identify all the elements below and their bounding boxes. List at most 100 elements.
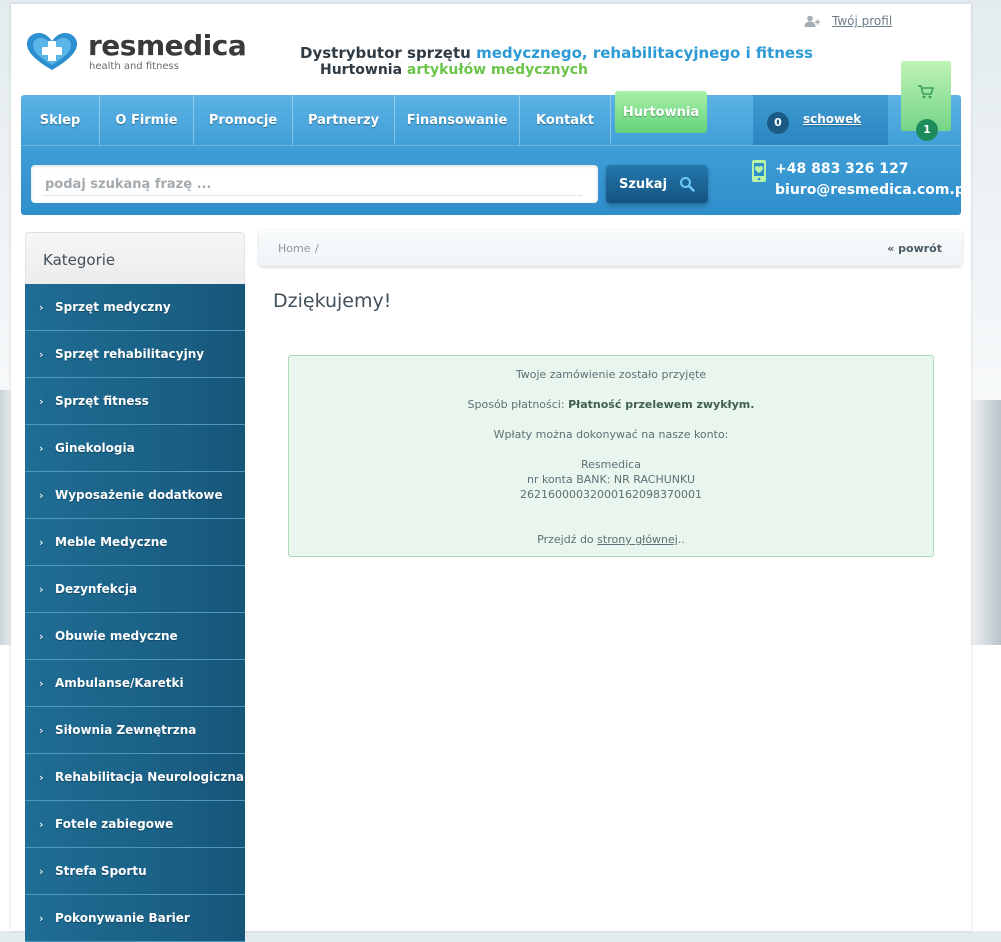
sidebar-title: Kategorie	[43, 251, 116, 269]
nav-divider	[21, 145, 961, 146]
category-item[interactable]: › Strefa Sportu	[25, 848, 245, 895]
category-item[interactable]: › Ambulanse/Karetki	[25, 660, 245, 707]
chevron-right-icon: ›	[39, 300, 44, 314]
contact-phone[interactable]: +48 883 326 127	[775, 161, 909, 177]
category-item[interactable]: › Rehabilitacja Neurologiczna	[25, 754, 245, 801]
category-label: Dezynfekcja	[55, 582, 138, 596]
profile-area: Twój profil	[804, 14, 892, 28]
tagline-distributor: Dystrybutor sprzętu medycznego, rehabili…	[300, 44, 813, 62]
payment-method-value: Płatność przelewem zwykłym.	[568, 398, 755, 411]
category-label: Wyposażenie dodatkowe	[55, 488, 223, 502]
chevron-right-icon: ›	[39, 535, 44, 549]
goto-prefix: Przejdź do	[537, 533, 598, 546]
category-label: Sprzęt fitness	[55, 394, 149, 408]
tagline1-prefix: Dystrybutor sprzętu	[300, 44, 477, 62]
payment-method-label: Sposób płatności:	[467, 398, 569, 411]
wishlist-link[interactable]: schowek	[803, 112, 861, 126]
chevron-right-icon: ›	[39, 770, 44, 784]
nav-item-hurtownia[interactable]: Hurtownia	[615, 91, 707, 133]
category-item[interactable]: › Dezynfekcja	[25, 566, 245, 613]
chevron-right-icon: ›	[39, 394, 44, 408]
chevron-right-icon: ›	[39, 676, 44, 690]
category-label: Rehabilitacja Neurologiczna	[55, 770, 244, 784]
goto-suffix: ..	[677, 533, 685, 546]
chevron-right-icon: ›	[39, 723, 44, 737]
category-item[interactable]: › Wyposażenie dodatkowe	[25, 472, 245, 519]
main-nav: Sklep O Firmie Promocje Partnerzy Finans…	[21, 91, 707, 145]
chevron-right-icon: ›	[39, 582, 44, 596]
logo[interactable]: resmedica health and fitness	[25, 29, 255, 75]
order-accepted-text: Twoje zamówienie zostało przyjęte	[515, 368, 707, 381]
search-input[interactable]	[43, 173, 582, 196]
tagline1-highlight: medycznego, rehabilitacyjnego i fitness	[476, 44, 813, 62]
background-photo-right	[971, 400, 1001, 645]
category-item[interactable]: › Siłownia Zewnętrzna	[25, 707, 245, 754]
category-item[interactable]: › Pokonywanie Barier	[25, 895, 245, 942]
header: resmedica health and fitness Dystrybutor…	[11, 4, 971, 96]
wishlist-area: 0 schowek	[753, 95, 888, 145]
breadcrumb-home-link[interactable]: Home	[278, 242, 310, 255]
category-item[interactable]: › Meble Medyczne	[25, 519, 245, 566]
search-icon	[680, 177, 695, 192]
category-label: Siłownia Zewnętrzna	[55, 723, 197, 737]
chevron-right-icon: ›	[39, 488, 44, 502]
nav-item-sklep[interactable]: Sklep	[21, 95, 100, 145]
home-page-link[interactable]: strony głównej	[597, 533, 678, 546]
category-label: Strefa Sportu	[55, 864, 147, 878]
account-number: 26216000032000162098370001	[520, 488, 702, 501]
search-button-label: Szukaj	[618, 176, 668, 192]
category-label: Fotele zabiegowe	[55, 817, 174, 831]
goto-home-line: Przejdź do strony głównej..	[289, 533, 933, 546]
category-item[interactable]: › Sprzęt medyczny	[25, 284, 245, 331]
nav-item-kontakt[interactable]: Kontakt	[520, 95, 611, 145]
company-name: Resmedica	[581, 458, 641, 471]
chevron-right-icon: ›	[39, 629, 44, 643]
back-link[interactable]: « powrót	[887, 242, 942, 255]
nav-item-finansowanie[interactable]: Finansowanie	[395, 95, 520, 145]
search-button[interactable]: Szukaj	[606, 165, 708, 203]
category-item[interactable]: › Ginekologia	[25, 425, 245, 472]
category-sidebar: Kategorie › Sprzęt medyczny › Sprzęt rehab…	[25, 232, 245, 942]
category-item[interactable]: › Obuwie medyczne	[25, 613, 245, 660]
breadcrumb-separator: /	[315, 242, 319, 255]
tagline2-prefix: Hurtownia	[320, 62, 407, 78]
payment-method-line: Sposób płatności: Płatność przelewem zwy…	[289, 398, 933, 411]
order-confirmation-box: Twoje zamówienie zostało przyjęte Sposób…	[288, 355, 934, 557]
category-list: › Sprzęt medyczny › Sprzęt rehabilitacyjny…	[25, 284, 245, 942]
category-label: Ginekologia	[55, 441, 135, 455]
chevron-right-icon: ›	[39, 817, 44, 831]
chevron-right-icon: ›	[39, 347, 44, 361]
page-title: Dziękujemy!	[273, 290, 392, 312]
logo-name: resmedica	[88, 29, 247, 62]
logo-heart-icon	[27, 33, 77, 70]
nav-item-o-firmie[interactable]: O Firmie	[100, 95, 194, 145]
chevron-right-icon: ›	[39, 911, 44, 925]
category-item[interactable]: › Sprzęt rehabilitacyjny	[25, 331, 245, 378]
category-label: Ambulanse/Karetki	[55, 676, 184, 690]
page-container: resmedica health and fitness Dystrybutor…	[11, 4, 971, 942]
search-box	[31, 165, 598, 203]
chevron-right-icon: ›	[39, 864, 44, 878]
nav-item-promocje[interactable]: Promocje	[194, 95, 293, 145]
phone-icon	[752, 160, 766, 182]
category-label: Sprzęt medyczny	[55, 300, 171, 314]
category-item[interactable]: › Fotele zabiegowe	[25, 801, 245, 848]
category-label: Obuwie medyczne	[55, 629, 178, 643]
navigation-bar: Sklep O Firmie Promocje Partnerzy Finans…	[21, 91, 970, 215]
tagline-wholesale: Hurtownia artykułów medycznych	[320, 62, 588, 78]
logo-subtitle: health and fitness	[89, 61, 179, 72]
category-label: Sprzęt rehabilitacyjny	[55, 347, 205, 361]
category-item[interactable]: › Sprzęt fitness	[25, 378, 245, 425]
nav-item-partnerzy[interactable]: Partnerzy	[293, 95, 395, 145]
category-label: Meble Medyczne	[55, 535, 168, 549]
tagline2-highlight: artykułów medycznych	[406, 62, 589, 78]
category-label: Pokonywanie Barier	[55, 911, 190, 925]
cart-icon	[918, 85, 934, 99]
breadcrumb: Home / « powrót	[259, 230, 962, 266]
cart-count-badge: 1	[916, 119, 938, 141]
account-label: nr konta BANK: NR RACHUNKU	[526, 473, 696, 486]
account-intro-text: Wpłaty można dokonywać na nasze konto:	[493, 428, 729, 441]
contact-email[interactable]: biuro@resmedica.com.pl	[775, 182, 970, 198]
profile-link[interactable]: Twój profil	[832, 14, 892, 28]
user-icon	[804, 15, 820, 27]
